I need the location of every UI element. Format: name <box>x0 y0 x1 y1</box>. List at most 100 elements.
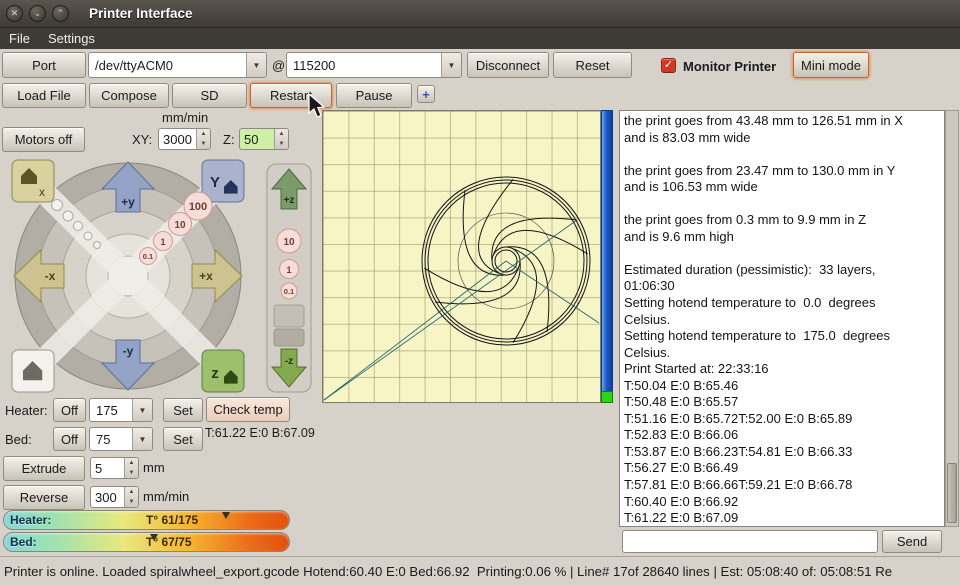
home-z-button[interactable]: z <box>202 350 244 392</box>
minimize-icon[interactable]: ⌄ <box>29 5 46 22</box>
down-arrow-icon[interactable]: ▼ <box>275 139 288 149</box>
svg-text:0.1: 0.1 <box>143 252 153 261</box>
log-line: Celsius. <box>624 312 940 329</box>
heater-set-button[interactable]: Set <box>163 398 203 422</box>
stepper-arrows[interactable]: ▲▼ <box>274 129 288 149</box>
home-y-button[interactable]: Y <box>202 160 244 202</box>
pause-button[interactable]: Pause <box>336 83 412 108</box>
motors-off-button[interactable]: Motors off <box>2 127 85 152</box>
heater-gauge-value: T° 61/175 <box>146 513 198 527</box>
stepper-arrows[interactable]: ▲▼ <box>124 458 138 478</box>
z-jog-control[interactable]: +z 10 1 0.1 -z <box>266 163 312 393</box>
chevron-down-icon[interactable]: ▼ <box>246 53 266 77</box>
log-line: T:57.81 E:0 B:66.66T:59.21 E:0 B:66.78 <box>624 477 940 494</box>
xy-feed-value: 3000 <box>159 129 196 149</box>
heater-off-button[interactable]: Off <box>53 398 86 422</box>
jog-step-01-badge: 0.1 <box>140 248 157 265</box>
home-x-button[interactable]: x <box>12 160 54 202</box>
xy-feed-stepper[interactable]: 3000 ▲▼ <box>158 128 211 150</box>
send-button[interactable]: Send <box>882 530 942 553</box>
jog-dot <box>52 200 63 211</box>
bed-gauge-label: Bed: <box>4 535 37 549</box>
down-arrow-icon[interactable]: ▼ <box>125 468 138 478</box>
log-output[interactable]: the print goes from 43.48 mm to 126.51 m… <box>619 110 945 527</box>
travel-moves <box>324 220 599 400</box>
xy-feed-label: XY: <box>132 132 152 147</box>
mini-mode-button[interactable]: Mini mode <box>793 52 869 78</box>
plus-z-label: +z <box>284 195 295 206</box>
load-file-button[interactable]: Load File <box>2 83 86 108</box>
log-line <box>624 146 940 163</box>
sd-button[interactable]: SD <box>172 83 247 108</box>
status-text: Printer is online. Loaded spiralwheel_ex… <box>4 564 892 579</box>
menu-file[interactable]: File <box>9 31 30 46</box>
port-value: /dev/ttyACM0 <box>89 53 246 77</box>
heater-gauge: Heater: T° 61/175 <box>3 510 290 530</box>
menu-bar: File Settings <box>0 28 960 49</box>
compose-button[interactable]: Compose <box>89 83 169 108</box>
chevron-down-icon[interactable]: ▼ <box>441 53 461 77</box>
restart-button[interactable]: Restart <box>250 83 332 108</box>
disconnect-button[interactable]: Disconnect <box>467 52 549 78</box>
stepper-arrows[interactable]: ▲▼ <box>124 487 138 507</box>
bed-label: Bed: <box>5 432 32 447</box>
log-line: T:50.48 E:0 B:65.57 <box>624 394 940 411</box>
z-jog-segment[interactable] <box>274 329 304 346</box>
layer-progress-bar[interactable] <box>601 110 613 403</box>
chevron-down-icon[interactable]: ▼ <box>132 428 152 450</box>
reverse-button[interactable]: Reverse <box>3 485 85 510</box>
chevron-down-icon[interactable]: ▼ <box>132 399 152 421</box>
bed-setpoint-marker <box>150 534 158 541</box>
log-line: T:52.83 E:0 B:66.06 <box>624 427 940 444</box>
add-tab-button[interactable]: + <box>417 85 435 103</box>
monitor-printer-checkbox[interactable]: ✓ <box>661 58 676 73</box>
reverse-speed-stepper[interactable]: 300 ▲▼ <box>90 486 139 508</box>
extrude-button[interactable]: Extrude <box>3 456 85 481</box>
up-arrow-icon[interactable]: ▲ <box>125 458 138 468</box>
log-line <box>624 245 940 262</box>
log-line: the print goes from 43.48 mm to 126.51 m… <box>624 113 940 130</box>
bed-set-button[interactable]: Set <box>163 427 203 451</box>
log-line: T:50.04 E:0 B:65.46 <box>624 378 940 395</box>
reset-button[interactable]: Reset <box>553 52 632 78</box>
log-line: Print Started at: 22:33:16 <box>624 361 940 378</box>
up-arrow-icon[interactable]: ▲ <box>125 487 138 497</box>
scrollbar-thumb[interactable] <box>947 463 957 523</box>
jog-dot <box>94 242 101 249</box>
z-jog-segment[interactable] <box>274 305 304 327</box>
bed-off-button[interactable]: Off <box>53 427 86 451</box>
port-button[interactable]: Port <box>2 52 86 78</box>
log-line: and is 9.6 mm high <box>624 229 940 246</box>
xy-jog-pad[interactable]: x Y z +y -y -x +x <box>8 156 248 396</box>
monitor-printer-label: Monitor Printer <box>683 59 776 74</box>
log-line: T:51.16 E:0 B:65.72T:52.00 E:0 B:65.89 <box>624 411 940 428</box>
log-scrollbar[interactable] <box>945 110 959 527</box>
reverse-units-label: mm/min <box>143 489 189 504</box>
menu-settings[interactable]: Settings <box>48 31 95 46</box>
down-arrow-icon[interactable]: ▼ <box>197 139 210 149</box>
minus-y-label: -y <box>123 344 134 358</box>
command-input[interactable] <box>622 530 878 553</box>
extrude-amount-stepper[interactable]: 5 ▲▼ <box>90 457 139 479</box>
up-arrow-icon[interactable]: ▲ <box>275 129 288 139</box>
status-bar: Printer is online. Loaded spiralwheel_ex… <box>0 556 960 586</box>
port-select[interactable]: /dev/ttyACM0 ▼ <box>88 52 267 78</box>
home-all-button[interactable] <box>12 350 54 392</box>
up-arrow-icon[interactable]: ▲ <box>197 129 210 139</box>
close-icon[interactable]: ✕ <box>6 5 23 22</box>
stepper-arrows[interactable]: ▲▼ <box>196 129 210 149</box>
gcode-viewer[interactable] <box>322 110 601 403</box>
baud-select[interactable]: 115200 ▼ <box>286 52 462 78</box>
log-line: the print goes from 23.47 mm to 130.0 mm… <box>624 163 940 180</box>
z-feed-value: 50 <box>240 129 274 149</box>
bed-temp-select[interactable]: 75 ▼ <box>89 427 153 451</box>
down-arrow-icon[interactable]: ▼ <box>125 497 138 507</box>
check-temp-button[interactable]: Check temp <box>206 397 290 422</box>
z-feed-stepper[interactable]: 50 ▲▼ <box>239 128 289 150</box>
maximize-icon[interactable]: ⌃ <box>52 5 69 22</box>
log-line <box>624 196 940 213</box>
heater-temp-select[interactable]: 175 ▼ <box>89 398 153 422</box>
z-step-01-badge: 0.1 <box>281 283 297 299</box>
home-z-label: z <box>211 365 219 382</box>
log-line: T:56.27 E:0 B:66.49 <box>624 460 940 477</box>
